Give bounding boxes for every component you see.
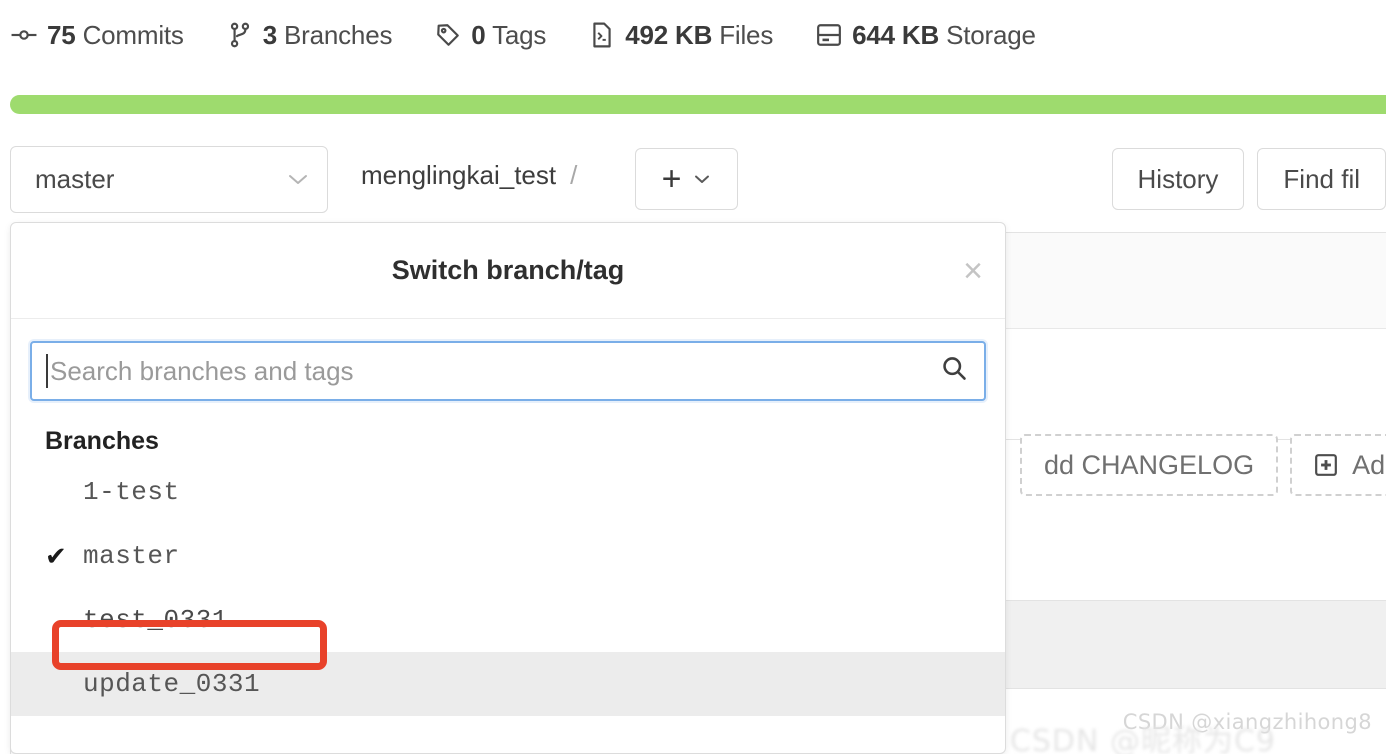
breadcrumb-separator: / [570,160,577,191]
file-icon [588,21,616,49]
branch-selector-label: master [35,164,287,195]
add-contribution-guide-button[interactable]: Add C [1290,434,1386,496]
branch-item-label: update_0331 [83,669,260,699]
stat-tags-label: Tags [492,20,546,50]
chevron-down-icon [693,170,711,188]
repository-controls-row: master menglingkai_test / + History Find… [0,140,1386,222]
stat-storage-label: Storage [946,20,1036,50]
stat-commits-value: 75 [47,20,76,50]
find-file-button[interactable]: Find fil [1257,148,1386,210]
commits-icon [10,21,38,49]
breadcrumb-repo-link[interactable]: menglingkai_test [361,160,556,191]
plus-icon: + [662,162,682,196]
repository-stats-bar: 75 Commits 3 Branches 0 Tags [0,0,1386,70]
branch-item-label: test_0331 [83,605,228,635]
branch-item-test-0331[interactable]: test_0331 [11,588,1005,652]
branch-item-label: 1-test [83,477,180,507]
stat-storage-text: 644 KB Storage [852,20,1036,51]
watermark-blurred: CSDN @昵称为C9 [1010,716,1276,754]
search-icon [940,355,968,388]
stat-tags-text: 0 Tags [471,20,546,51]
add-changelog-button[interactable]: dd CHANGELOG [1020,434,1278,496]
branch-icon [226,21,254,49]
plus-square-icon [1314,453,1338,477]
branch-item-master[interactable]: ✔ master [11,524,1005,588]
stat-branches[interactable]: 3 Branches [226,20,393,51]
stat-storage[interactable]: 644 KB Storage [815,20,1036,51]
history-button[interactable]: History [1112,148,1245,210]
branch-item-update-0331[interactable]: update_0331 [11,652,1005,716]
stat-branches-label: Branches [284,20,392,50]
stat-tags-value: 0 [471,20,485,50]
branch-item-label: master [83,541,180,571]
stat-commits[interactable]: 75 Commits [10,20,184,51]
stat-files-text: 492 KB Files [625,20,773,51]
stat-branches-value: 3 [263,20,277,50]
dropdown-header: Switch branch/tag × [11,223,1005,319]
branches-group-label: Branches [11,401,1005,460]
stat-files[interactable]: 492 KB Files [588,20,773,51]
add-to-tree-button[interactable]: + [635,148,738,210]
storage-icon [815,21,843,49]
stat-storage-value: 644 KB [852,20,939,50]
close-icon[interactable]: × [963,254,983,288]
search-input[interactable]: Search branches and tags [30,341,986,401]
stat-commits-label: Commits [83,20,184,50]
dropdown-title: Switch branch/tag [392,255,625,286]
stat-branches-text: 3 Branches [263,20,393,51]
stat-commits-text: 75 Commits [47,20,184,51]
history-button-label: History [1138,164,1219,195]
stat-files-label: Files [719,20,773,50]
breadcrumb: menglingkai_test / [361,160,577,191]
text-cursor [46,354,48,388]
branch-list: 1-test ✔ master test_0331 update_0331 [11,460,1005,716]
add-changelog-label: dd CHANGELOG [1044,450,1254,481]
dropdown-search-wrapper: Search branches and tags [11,319,1005,401]
search-input-placeholder: Search branches and tags [50,356,354,387]
branch-item-1-test[interactable]: 1-test [11,460,1005,524]
check-icon: ✔ [45,543,83,569]
chevron-down-icon [287,170,309,190]
add-contribution-guide-label: Add C [1352,450,1386,481]
stat-files-value: 492 KB [625,20,712,50]
branch-selector-button[interactable]: master [10,146,328,213]
find-file-button-label: Find fil [1283,164,1360,195]
language-bar [10,95,1386,114]
repository-page: 75 Commits 3 Branches 0 Tags [0,0,1386,754]
quick-add-buttons: dd CHANGELOG Add C [1020,434,1386,496]
switch-branch-tag-dropdown: Switch branch/tag × Search branches and … [10,222,1006,754]
stat-tags[interactable]: 0 Tags [434,20,546,51]
tag-icon [434,21,462,49]
repository-action-buttons: History Find fil [1112,148,1386,210]
